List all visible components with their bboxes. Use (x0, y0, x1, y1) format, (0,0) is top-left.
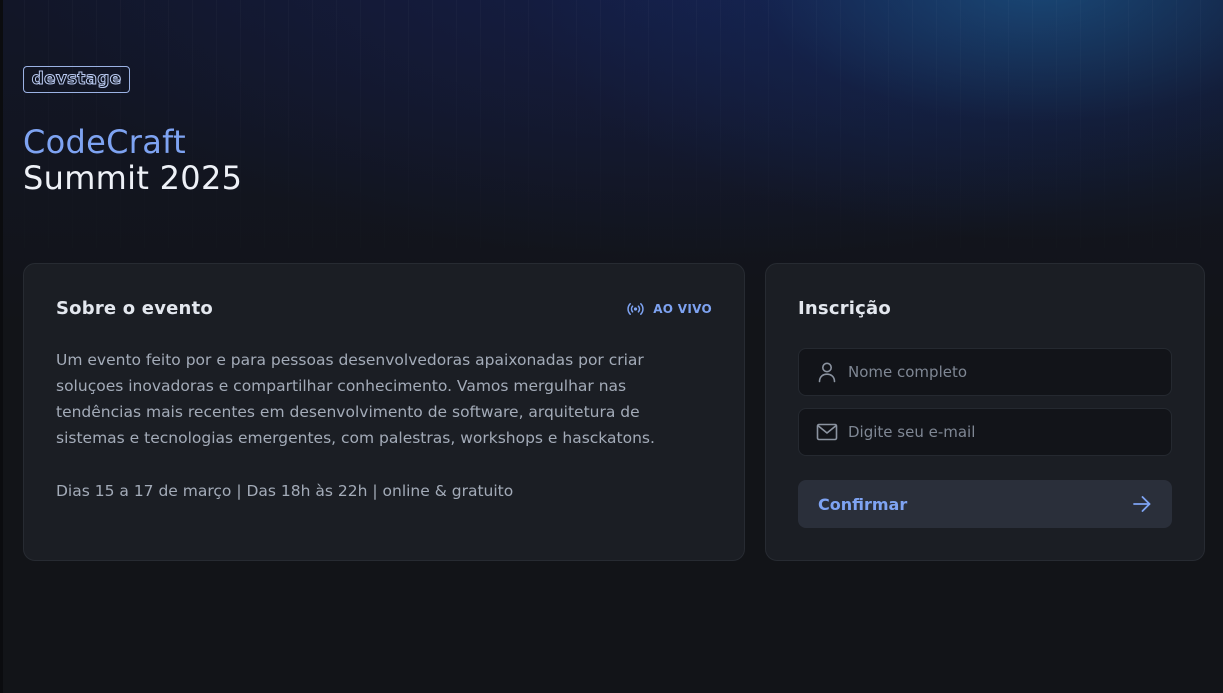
page-left-edge (0, 0, 3, 693)
confirm-button[interactable]: Confirmar (798, 480, 1172, 528)
signup-heading: Inscrição (798, 298, 891, 319)
event-description: Um evento feito por e para pessoas desen… (56, 351, 655, 447)
email-input[interactable] (848, 409, 1171, 455)
mail-icon (816, 421, 838, 443)
about-heading: Sobre o evento (56, 298, 213, 319)
event-dates: Dias 15 a 17 de março | Das 18h às 22h |… (56, 482, 514, 500)
signup-card: Inscrição Confirmar (765, 263, 1205, 561)
logo-text: devstage (31, 69, 122, 89)
user-icon (816, 361, 838, 383)
event-title: CodeCraft Summit 2025 (23, 124, 242, 196)
arrow-right-icon (1133, 496, 1151, 512)
name-field[interactable] (798, 348, 1172, 396)
event-title-line-2: Summit 2025 (23, 159, 243, 197)
live-badge: AO VIVO (626, 302, 712, 316)
devstage-logo: devstage (23, 66, 130, 93)
radio-broadcast-icon (627, 303, 644, 315)
email-field[interactable] (798, 408, 1172, 456)
live-badge-label: AO VIVO (653, 302, 712, 316)
confirm-button-label: Confirmar (818, 494, 908, 514)
name-input[interactable] (848, 349, 1171, 395)
event-title-line-1: CodeCraft (23, 123, 186, 161)
about-event-card: Sobre o evento AO VIVO Um evento feito p… (23, 263, 745, 561)
